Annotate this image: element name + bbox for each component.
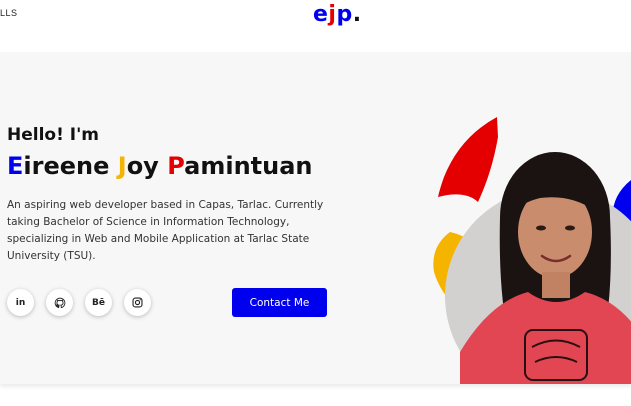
site-logo[interactable]: ejp. xyxy=(313,2,362,27)
instagram-link[interactable] xyxy=(124,289,151,316)
name-rest-middle: oy xyxy=(126,152,159,180)
logo-letter-p: p xyxy=(336,2,353,27)
decor-red-shape xyxy=(438,117,498,202)
linkedin-link[interactable]: in xyxy=(7,289,34,316)
name-initial-p: P xyxy=(167,152,185,180)
nav-link-skills[interactable]: LLS xyxy=(0,8,18,18)
hero-portrait-graphic xyxy=(433,117,631,384)
behance-icon: Bē xyxy=(92,297,105,308)
github-link[interactable] xyxy=(46,289,73,316)
hero-bio: An aspiring web developer based in Capas… xyxy=(7,199,324,262)
name-rest-first: ireene xyxy=(23,152,110,180)
name-initial-e: E xyxy=(7,152,24,180)
logo-dot: . xyxy=(352,2,362,27)
name-initial-j: J xyxy=(117,152,127,180)
name-rest-last: amintuan xyxy=(184,152,313,180)
hero-section: Hello! I'm Eireene Joy Pamintuan An aspi… xyxy=(0,52,631,384)
hero-name: Eireene Joy Pamintuan xyxy=(7,152,313,180)
instagram-icon xyxy=(132,297,143,308)
top-navbar: LLS ejp. xyxy=(0,0,631,50)
logo-letter-e: e xyxy=(313,2,329,27)
github-icon xyxy=(54,297,65,308)
hero-greeting: Hello! I'm xyxy=(7,125,100,145)
contact-me-button[interactable]: Contact Me xyxy=(232,288,327,317)
linkedin-icon: in xyxy=(15,297,26,308)
behance-link[interactable]: Bē xyxy=(85,289,112,316)
